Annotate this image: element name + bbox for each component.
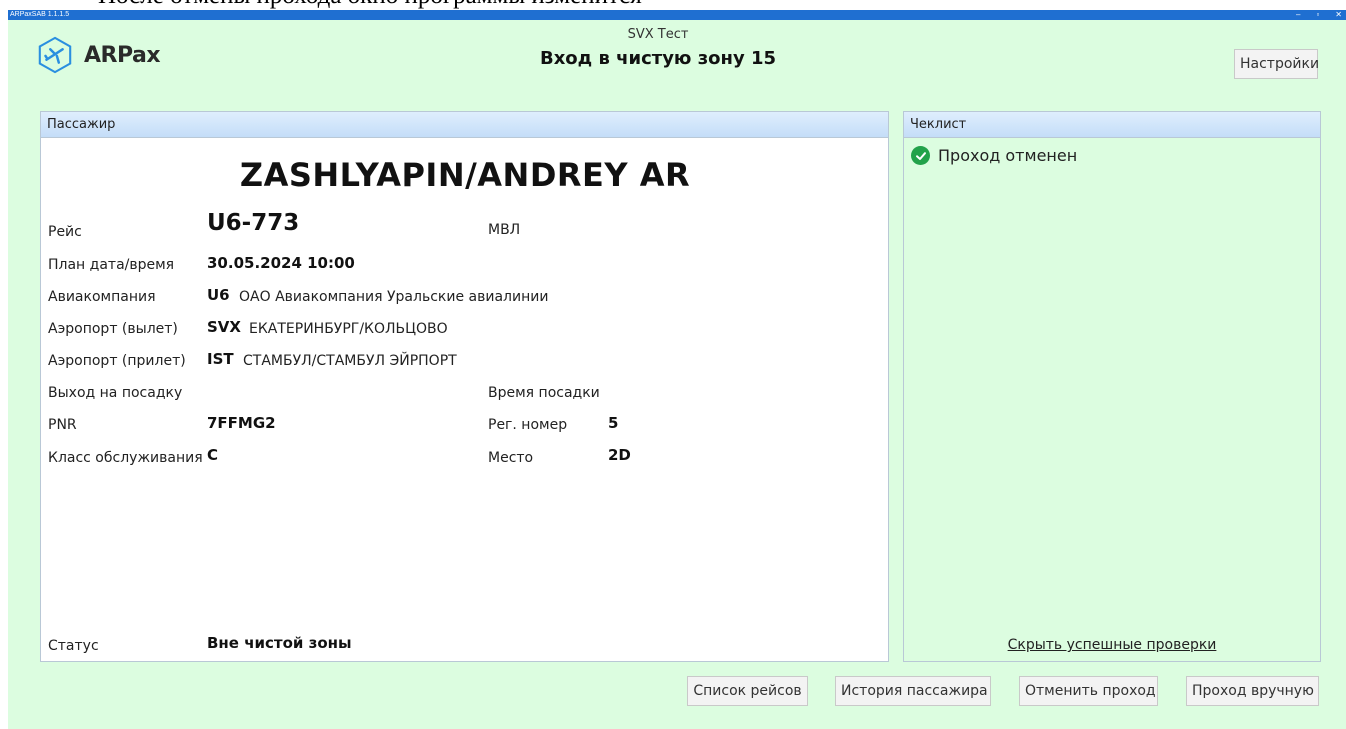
cancel-pass-button[interactable]: Отменить проход xyxy=(1019,676,1158,706)
caption-label: После отмены прохода окно программы изме… xyxy=(98,0,642,10)
pnr-label: PNR xyxy=(48,417,77,433)
checklist-item-label: Проход отменен xyxy=(938,146,1078,165)
seat-label: Место xyxy=(488,450,534,466)
reg-number-label: Рег. номер xyxy=(488,417,568,433)
checklist-panel-title: Чеклист xyxy=(904,112,1320,138)
arr-airport-label: Аэропорт (прилет) xyxy=(48,353,186,369)
minimize-button[interactable]: – xyxy=(1296,10,1300,19)
planned-label: План дата/время xyxy=(48,257,175,273)
window-titlebar: ARPaxSAB 1.1.1.5 – ▫ ✕ xyxy=(8,10,1346,20)
dep-airport-label: Аэропорт (вылет) xyxy=(48,321,178,337)
pnr-value: 7FFMG2 xyxy=(207,414,276,432)
app-window: ARPax SVX Тест Вход в чистую зону 15 Нас… xyxy=(8,20,1346,729)
reg-number-value: 5 xyxy=(608,414,619,432)
passenger-panel: Пассажир ZASHLYAPIN/ANDREY AR Рейс U6-77… xyxy=(40,111,889,662)
boarding-time-label: Время посадки xyxy=(488,385,600,401)
close-button[interactable]: ✕ xyxy=(1335,10,1342,19)
airline-label: Авиакомпания xyxy=(48,289,156,305)
settings-button[interactable]: Настройки xyxy=(1234,49,1319,79)
airline-code: U6 xyxy=(207,286,230,304)
location-subtitle: SVX Тест xyxy=(627,27,689,42)
status-value: Вне чистой зоны xyxy=(207,634,352,652)
maximize-button[interactable]: ▫ xyxy=(1316,10,1319,19)
flight-type-value: МВЛ xyxy=(488,222,521,238)
passenger-panel-title: Пассажир xyxy=(41,112,888,138)
checklist-panel: Чеклист Проход отменен Скрыть успешные п… xyxy=(903,111,1321,662)
flight-value: U6-773 xyxy=(207,210,300,236)
passenger-name: ZASHLYAPIN/ANDREY AR xyxy=(239,156,691,194)
arr-airport-code: IST xyxy=(207,350,234,368)
caption-text: После отмены прохода окно программы изме… xyxy=(0,0,1346,10)
dep-airport-name: ЕКАТЕРИНБУРГ/КОЛЬЦОВО xyxy=(249,321,448,337)
passenger-history-button[interactable]: История пассажира xyxy=(835,676,991,706)
manual-pass-button[interactable]: Проход вручную xyxy=(1186,676,1319,706)
page-title: Вход в чистую зону 15 xyxy=(539,48,777,69)
service-class-value: C xyxy=(207,446,219,464)
window-title: ARPaxSAB 1.1.1.5 xyxy=(10,11,70,18)
dep-airport-code: SVX xyxy=(207,318,241,336)
service-class-label: Класс обслуживания xyxy=(48,450,203,466)
flight-label: Рейс xyxy=(48,224,82,240)
seat-value: 2D xyxy=(608,446,631,464)
flights-list-button[interactable]: Список рейсов xyxy=(687,676,808,706)
hide-successful-checks-link[interactable]: Скрыть успешные проверки xyxy=(904,637,1320,653)
gate-label: Выход на посадку xyxy=(48,385,183,401)
arr-airport-name: СТАМБУЛ/СТАМБУЛ ЭЙРПОРТ xyxy=(243,353,457,369)
status-label: Статус xyxy=(48,638,99,654)
check-circle-icon xyxy=(911,146,930,165)
checklist-item: Проход отменен xyxy=(911,146,1077,165)
airline-name: ОАО Авиакомпания Уральские авиалинии xyxy=(239,289,549,305)
planned-value: 30.05.2024 10:00 xyxy=(207,254,355,272)
